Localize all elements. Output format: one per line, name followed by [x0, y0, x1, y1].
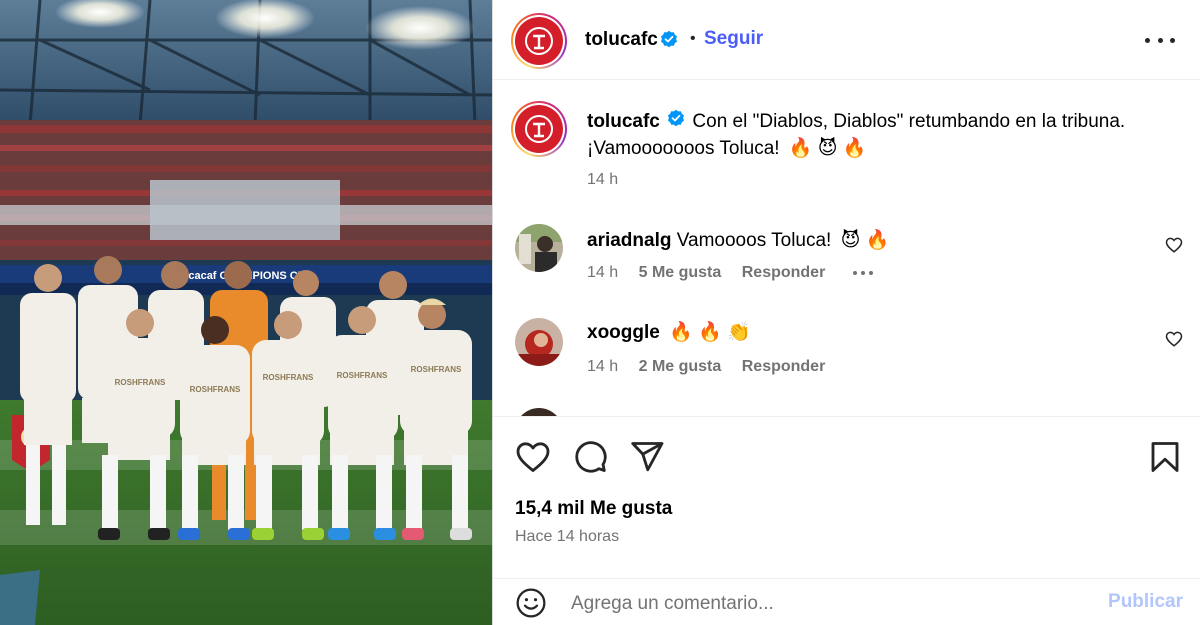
post-detail-panel: tolucafc • Seguir tolucafc Con el "Diabl… — [492, 0, 1200, 625]
caption-text-line1: Con el "Diablos, Diablos" retumbando en … — [692, 111, 1126, 132]
post-date: Hace 14 horas — [515, 528, 620, 545]
comment-text: Vamoooos Toluca! — [676, 230, 832, 251]
comment-like-heart-icon[interactable] — [1165, 330, 1183, 353]
comment-meta: 14 h 5 Me gusta Responder — [587, 264, 841, 282]
club-logo-icon — [515, 105, 563, 153]
reply-button[interactable]: Responder — [742, 358, 826, 375]
reply-button[interactable]: Responder — [742, 264, 826, 281]
publish-button[interactable]: Publicar — [1108, 591, 1183, 613]
comment-bar: Publicar — [493, 578, 1200, 625]
jersey-sponsor: ROSHFRANS — [115, 378, 166, 387]
caption-avatar[interactable] — [511, 101, 567, 157]
post-actions: 15,4 mil Me gusta Hace 14 horas Publicar — [493, 416, 1200, 625]
comment-username[interactable]: ariadnalg — [587, 230, 671, 251]
emoji-smiley-icon[interactable] — [515, 587, 547, 624]
follow-button[interactable]: Seguir — [704, 28, 763, 50]
more-options-icon[interactable] — [1145, 28, 1175, 52]
comment-avatar[interactable] — [515, 318, 563, 366]
post-header: tolucafc • Seguir — [493, 0, 1200, 80]
comment-likes[interactable]: 5 Me gusta — [639, 264, 722, 281]
caption-emojis: 🔥 😈 🔥 — [788, 138, 867, 160]
comment-avatar[interactable] — [515, 224, 563, 272]
jersey-sponsor: ROSHFRANS — [190, 385, 241, 394]
jersey-sponsor: ROSHFRANS — [337, 371, 388, 380]
like-heart-icon[interactable] — [515, 439, 551, 480]
comment-likes[interactable]: 2 Me gusta — [639, 358, 722, 375]
club-logo-icon — [515, 17, 563, 65]
jersey-sponsor: ROSHFRANS — [263, 373, 314, 382]
username-link[interactable]: tolucafc — [585, 29, 658, 51]
jersey-sponsor: ROSHFRANS — [411, 365, 462, 374]
comment-like-heart-icon[interactable] — [1165, 236, 1183, 259]
caption-text-line2: ¡Vamooooooos Toluca! — [587, 138, 780, 160]
likes-count[interactable]: 15,4 mil Me gusta — [515, 498, 672, 520]
verified-badge-icon — [667, 108, 685, 135]
comment-input[interactable] — [571, 591, 1071, 617]
comment-time: 14 h — [587, 358, 619, 375]
comment-meta: 14 h 2 Me gusta Responder — [587, 358, 841, 376]
comment-bubble-icon[interactable] — [572, 439, 608, 480]
team-photo-illustration: Concacaf CHAMPIONS CUP — [0, 0, 492, 625]
profile-avatar[interactable] — [511, 13, 567, 69]
comment-options-icon[interactable] — [853, 271, 873, 275]
post-photo[interactable]: Concacaf CHAMPIONS CUP — [0, 0, 492, 625]
comment-username[interactable]: xoogglе — [587, 322, 660, 343]
share-send-icon[interactable] — [629, 439, 665, 480]
post-caption: tolucafc Con el "Diablos, Diablos" retum… — [587, 108, 1177, 162]
caption-username[interactable]: tolucafc — [587, 111, 660, 132]
verified-badge-icon — [660, 30, 678, 53]
save-bookmark-icon[interactable] — [1147, 439, 1183, 480]
comment-time: 14 h — [587, 264, 619, 281]
separator-dot: • — [690, 30, 696, 47]
comment-emojis: 😈 🔥 — [840, 230, 890, 251]
comment-avatar-partial — [515, 408, 563, 416]
comment-emojis: 🔥 🔥 👏 — [669, 322, 751, 343]
caption-timestamp: 14 h — [587, 171, 619, 188]
